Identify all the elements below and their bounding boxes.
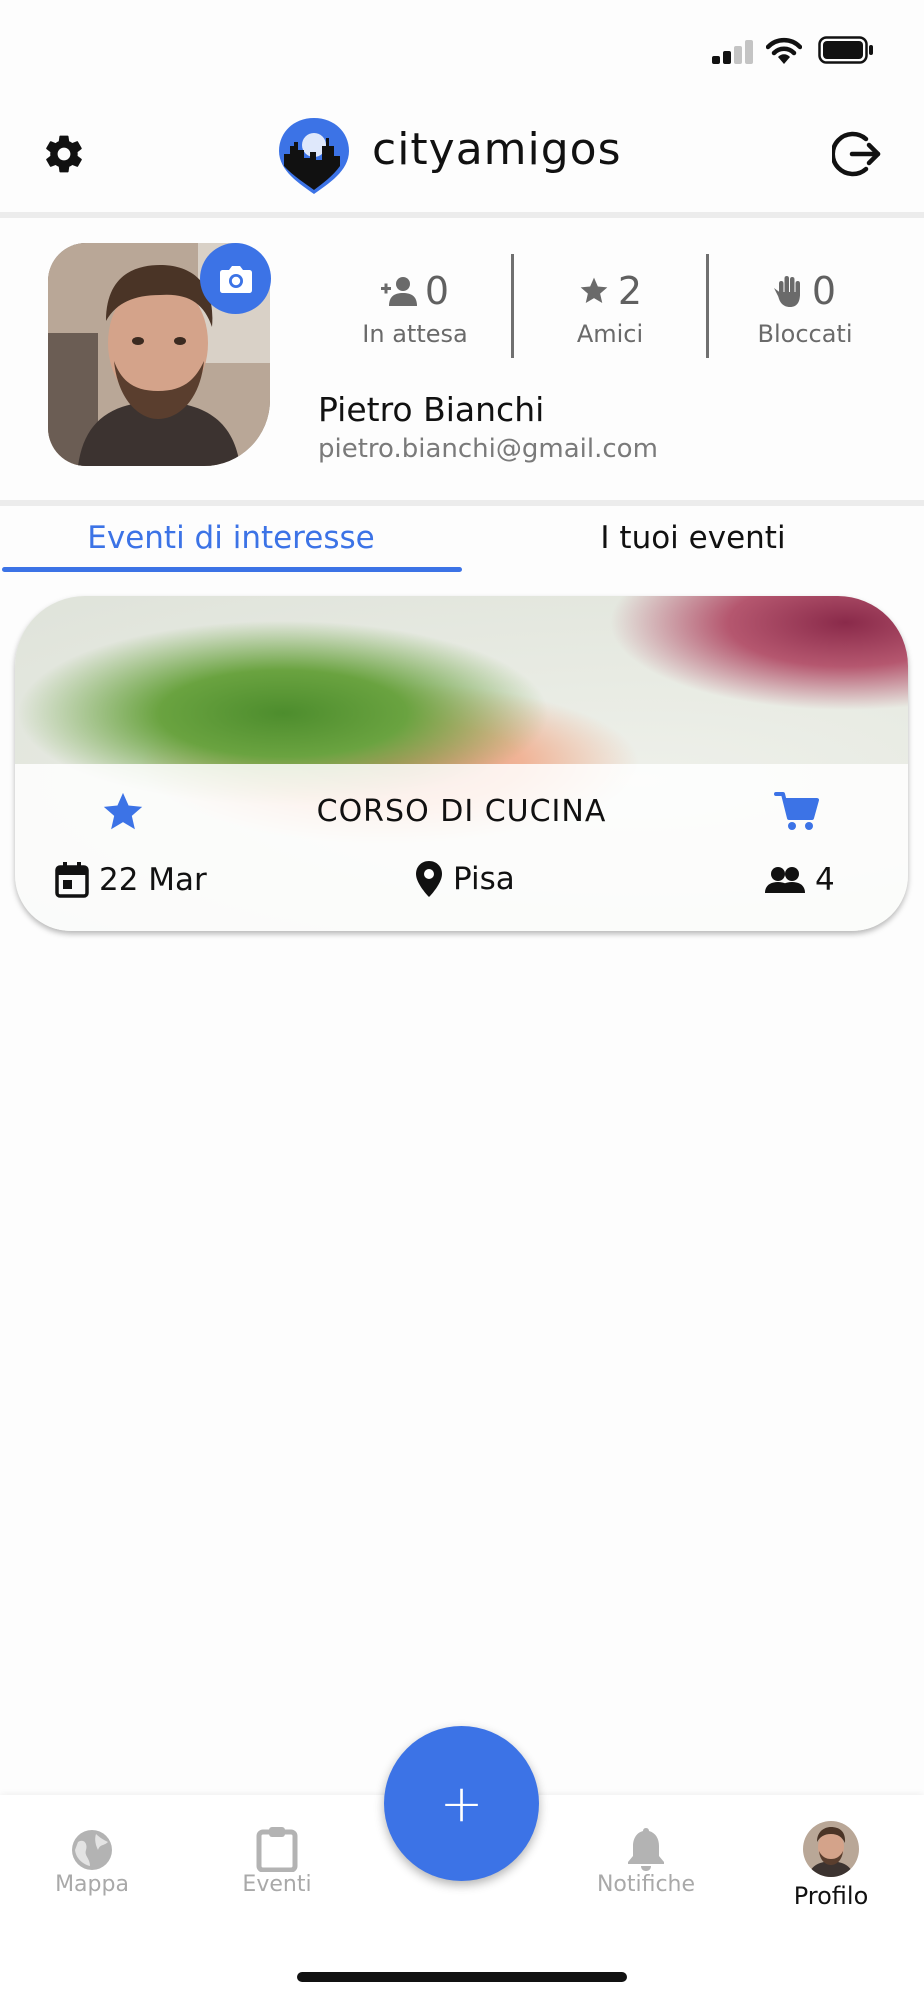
nav-mappa-label: Mappa — [55, 1872, 129, 1897]
event-location: Pisa — [415, 860, 515, 898]
tab-i-tuoi-eventi[interactable]: I tuoi eventi — [462, 520, 924, 556]
event-participants: 4 — [765, 862, 835, 898]
avatar — [803, 1821, 859, 1877]
gear-icon[interactable] — [42, 132, 86, 176]
stat-divider — [511, 254, 514, 358]
active-tab-indicator — [2, 567, 462, 572]
event-participants-count: 4 — [815, 862, 835, 898]
bell-icon — [628, 1828, 664, 1871]
status-bar — [0, 0, 924, 100]
location-pin-icon — [416, 861, 442, 897]
nav-notifiche-label: Notifiche — [596, 1872, 696, 1897]
add-event-button[interactable]: + — [384, 1726, 539, 1881]
battery-icon — [818, 36, 873, 64]
change-photo-button[interactable] — [200, 243, 271, 314]
nav-mappa[interactable]: Mappa — [17, 1820, 167, 1897]
hand-block-icon — [773, 276, 800, 307]
cart-icon[interactable] — [774, 790, 820, 832]
clipboard-icon — [256, 1827, 298, 1872]
signal-icon — [712, 40, 754, 64]
calendar-icon — [55, 862, 89, 898]
wifi-icon — [766, 37, 802, 64]
profile-divider — [0, 500, 924, 506]
camera-icon — [219, 265, 252, 293]
stat-divider — [706, 254, 709, 358]
star-icon — [580, 277, 608, 303]
globe-icon — [72, 1830, 112, 1870]
logout-icon[interactable] — [832, 130, 882, 178]
stat-pending-label: In attesa — [362, 320, 468, 348]
nav-eventi-label: Eventi — [242, 1872, 312, 1897]
stat-friends[interactable]: 2 Amici — [515, 266, 705, 348]
nav-profilo-label: Profilo — [793, 1882, 869, 1910]
home-indicator — [297, 1972, 627, 1982]
nav-notifiche[interactable]: Notifiche — [571, 1820, 721, 1897]
stat-blocked[interactable]: 0 Bloccati — [710, 266, 900, 348]
person-pending-icon — [380, 277, 417, 306]
stat-blocked-label: Bloccati — [757, 320, 853, 348]
city-pin-logo-icon — [279, 118, 349, 194]
plus-icon: + — [439, 1773, 484, 1834]
stat-friends-value: 2 — [617, 269, 643, 313]
nav-profilo[interactable]: Profilo — [756, 1820, 906, 1910]
profile-email: pietro.bianchi@gmail.com — [318, 434, 658, 464]
event-card[interactable]: CORSO DI CUCINA 22 Mar Pisa 4 — [15, 596, 908, 931]
stat-pending[interactable]: 0 In attesa — [320, 266, 510, 348]
profile-name: Pietro Bianchi — [318, 390, 545, 429]
stat-pending-value: 0 — [424, 269, 450, 313]
event-location-text: Pisa — [453, 861, 515, 897]
app-title: cityamigos — [372, 124, 622, 175]
stat-friends-label: Amici — [576, 320, 644, 348]
group-icon — [765, 867, 805, 893]
event-date: 22 Mar — [55, 862, 207, 898]
nav-eventi[interactable]: Eventi — [202, 1820, 352, 1897]
event-date-text: 22 Mar — [99, 862, 207, 898]
stat-blocked-value: 0 — [811, 269, 837, 313]
tab-eventi-di-interesse[interactable]: Eventi di interesse — [0, 520, 462, 556]
header-divider — [0, 212, 924, 218]
